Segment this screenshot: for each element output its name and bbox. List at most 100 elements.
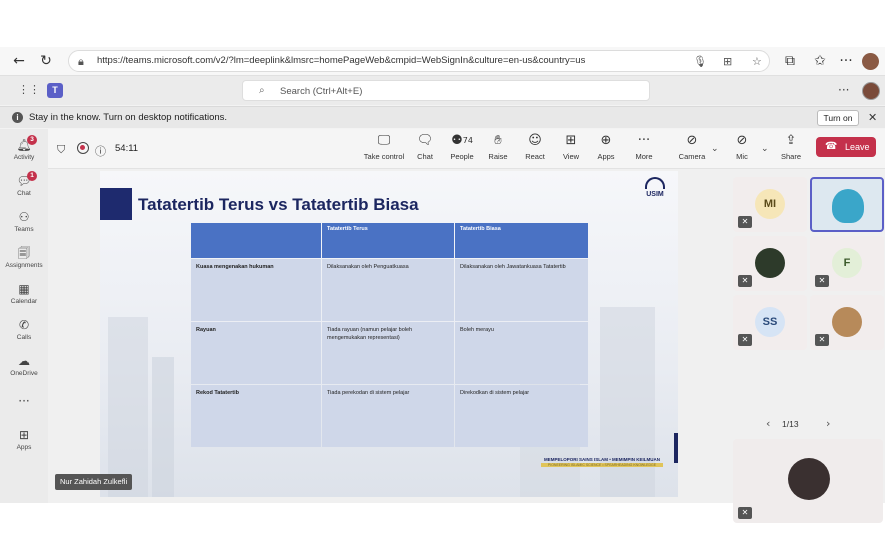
assignments-icon: 🗐	[18, 246, 30, 260]
table-row-label: Kuasa mengenakan hukuman	[191, 259, 321, 321]
table-header-cell: Tatatertib Terus	[322, 223, 454, 258]
rail-item-chat[interactable]: 💬︎ 1 Chat	[0, 171, 48, 205]
rail-item-assignments[interactable]: 🗐 Assignments	[0, 243, 48, 277]
mic-button[interactable]: ⊘ Mic	[730, 133, 754, 167]
table-header-cell	[191, 223, 321, 258]
next-page-chevron-icon[interactable]: ›	[826, 417, 830, 430]
search-placeholder: Search (Ctrl+Alt+E)	[280, 86, 363, 97]
take-control-label: Take control	[363, 152, 405, 161]
take-control-button[interactable]: 🖵︎ Take control	[363, 133, 405, 167]
settings-more-icon[interactable]: ···	[838, 83, 849, 97]
mic-options-chevron-icon[interactable]: ⌄	[761, 144, 769, 154]
user-avatar[interactable]	[862, 82, 880, 100]
participant-photo	[832, 307, 862, 337]
more-button[interactable]: ··· More	[632, 133, 656, 167]
share-label: Share	[780, 152, 801, 161]
leave-button[interactable]: ☎︎ Leave	[816, 137, 876, 157]
shared-content-stage[interactable]: Tatatertib Terus vs Tatatertib Biasa USI…	[48, 169, 730, 503]
meeting-info-icon[interactable]: ⓘ	[95, 143, 106, 159]
people-count: 74	[462, 136, 473, 145]
camera-label: Camera	[678, 152, 706, 161]
title-accent-square	[100, 188, 132, 220]
participant-tile[interactable]: F ✕	[810, 236, 884, 291]
rail-item-activity[interactable]: 🔔︎ 3 Activity	[0, 135, 48, 169]
mic-muted-icon: ✕	[738, 216, 752, 228]
close-icon[interactable]: ✕	[868, 111, 877, 124]
lock-icon[interactable]: 🔒︎	[78, 55, 84, 69]
smiley-icon: ☺	[528, 133, 542, 148]
apps-button[interactable]: ⊕ Apps	[594, 133, 618, 167]
participant-photo	[788, 458, 830, 500]
shared-slide: Tatatertib Terus vs Tatatertib Biasa USI…	[100, 171, 678, 497]
browser-profile-avatar[interactable]	[862, 53, 879, 70]
microphone-icon[interactable]: 🎙︎	[693, 55, 707, 68]
rail-item-calls[interactable]: ✆ Calls	[0, 315, 48, 349]
table-header-row: Tatatertib Terus Tatatertib Biasa	[191, 223, 588, 258]
apps-icon: ⊞	[18, 428, 30, 442]
raise-hand-button[interactable]: ✋︎ Raise	[486, 133, 510, 167]
browser-menu-icon[interactable]: ···	[838, 53, 854, 69]
slide-accent-bar	[674, 433, 678, 463]
mic-label: Mic	[736, 152, 748, 161]
extensions-icon[interactable]: ⧉	[782, 53, 798, 69]
participant-initials: SS	[755, 307, 785, 337]
share-button[interactable]: ⇪ Share	[779, 133, 803, 167]
favorite-star-icon[interactable]: ☆	[752, 55, 762, 68]
table-header-cell: Tatatertib Biasa	[455, 223, 588, 258]
teams-logo: T	[47, 83, 63, 98]
hand-icon: ✋︎	[494, 133, 502, 148]
mic-muted-icon: ✕	[738, 507, 752, 519]
refresh-icon[interactable]: ↻	[38, 53, 54, 69]
table-row: Kuasa mengenakan hukuman Dilaksanakan ol…	[191, 259, 588, 321]
usim-logo: USIM	[640, 177, 670, 207]
app-rail: 🔔︎ 3 Activity 💬︎ 1 Chat ⚇ Teams 🗐 Assign…	[0, 129, 48, 503]
favorites-icon[interactable]: ✩	[812, 53, 828, 69]
turn-on-button[interactable]: Turn on	[817, 110, 859, 126]
camera-button[interactable]: ⊘ Camera	[677, 133, 707, 167]
table-cell: Dilaksanakan oleh Jawatankuasa Tataterti…	[455, 259, 588, 321]
camera-options-chevron-icon[interactable]: ⌄	[711, 144, 719, 154]
motto-line-1: MEMPELOPORI SAINS ISLAM • MEMIMPIN KEILM…	[543, 457, 661, 462]
motto-line-2: PIONEERING ISLAMIC SCIENCE • SPEARHEADIN…	[541, 463, 663, 467]
more-dots-icon: ···	[637, 133, 651, 148]
react-button[interactable]: ☺ React	[522, 133, 548, 167]
app-launcher-icon[interactable]: ⋮⋮	[18, 84, 40, 96]
participant-tile[interactable]: SS ✕	[733, 295, 807, 350]
notification-banner: i Stay in the know. Turn on desktop noti…	[0, 106, 885, 128]
rail-item-teams[interactable]: ⚇ Teams	[0, 207, 48, 241]
leave-label: Leave	[845, 142, 870, 152]
participant-tile[interactable]: ✕	[733, 236, 807, 291]
participant-tile[interactable]: MI ✕	[733, 177, 807, 232]
take-control-icon: 🖵︎	[377, 133, 391, 148]
featured-participant-tile[interactable]: ✕	[733, 439, 883, 523]
people-button[interactable]: ⚉74 People	[447, 133, 477, 167]
participant-gallery: MI ✕ ✕ F ✕ SS ✕ ✕ ‹ 1/13 › ✕	[730, 169, 885, 523]
react-label: React	[525, 152, 545, 161]
mic-muted-icon: ✕	[738, 334, 752, 346]
address-bar[interactable]: 🔒︎ https://teams.microsoft.com/v2/?lm=de…	[68, 50, 770, 72]
activity-badge: 3	[27, 135, 37, 145]
apps-label: Apps	[597, 152, 615, 161]
search-box[interactable]: ⌕ Search (Ctrl+Alt+E)	[242, 80, 650, 101]
table-cell: Tiada rayuan (namun pelajar boleh mengem…	[322, 322, 454, 384]
rail-item-onedrive[interactable]: ☁︎ OneDrive	[0, 351, 48, 385]
participant-tile-active-speaker[interactable]	[810, 177, 884, 232]
app-available-icon[interactable]: ⊞	[723, 55, 732, 68]
background-building	[108, 317, 148, 497]
chat-button[interactable]: 🗨︎ Chat	[412, 133, 438, 167]
rail-item-more[interactable]: ···	[0, 391, 48, 425]
shield-icon[interactable]: ⛉	[57, 143, 65, 157]
rail-item-calendar[interactable]: ▦ Calendar	[0, 279, 48, 313]
add-apps-icon: ⊕	[600, 133, 612, 148]
grid-view-icon: ⊞	[565, 133, 577, 148]
more-label: More	[635, 152, 653, 161]
participant-tile[interactable]: ✕	[810, 295, 884, 350]
back-arrow-icon[interactable]: ←	[11, 53, 27, 69]
calendar-icon: ▦	[18, 282, 30, 296]
recording-icon[interactable]	[77, 142, 89, 154]
table-cell: Dilaksanakan oleh Penguatkuasa	[322, 259, 454, 321]
rail-item-apps[interactable]: ⊞ Apps	[0, 425, 48, 459]
dome-icon	[645, 177, 665, 189]
view-button[interactable]: ⊞ View	[559, 133, 583, 167]
previous-page-chevron-icon[interactable]: ‹	[766, 417, 770, 430]
